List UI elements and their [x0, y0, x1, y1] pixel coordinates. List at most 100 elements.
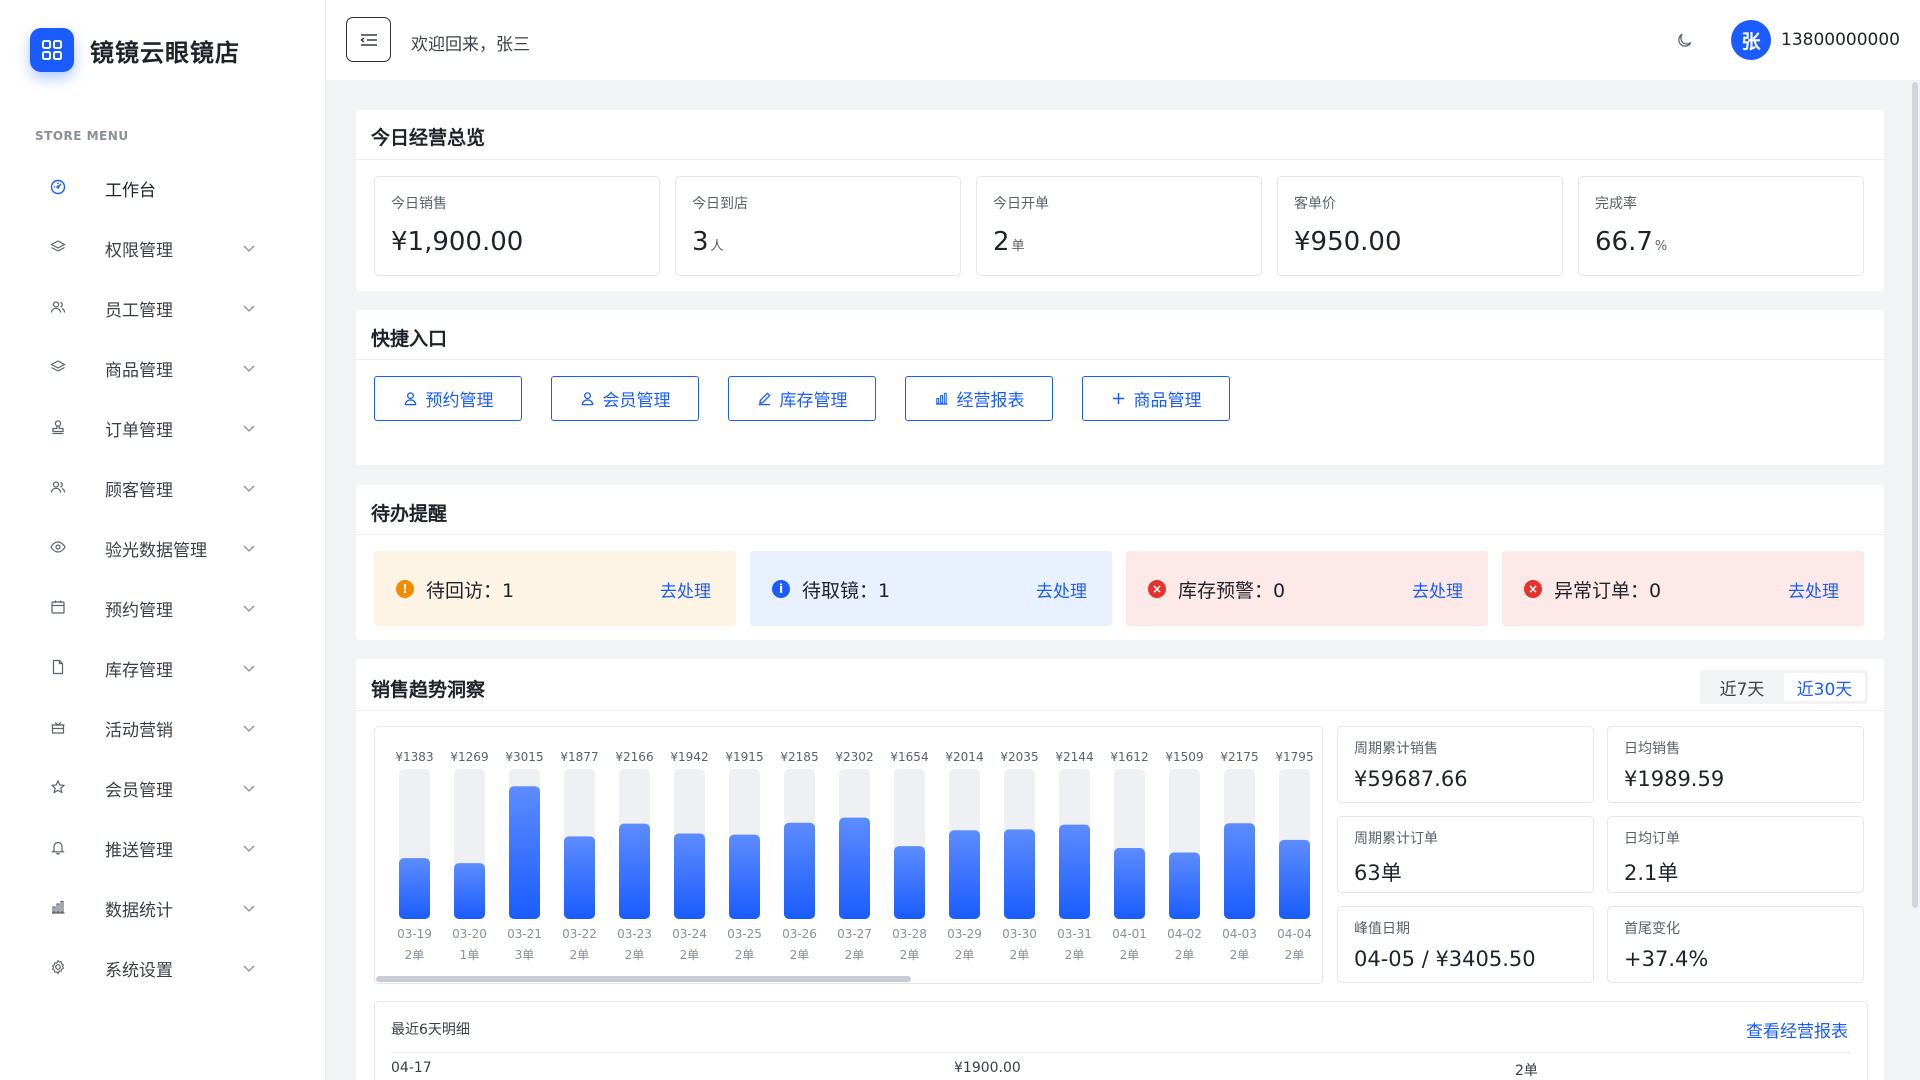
detail-orders: 2单: [1515, 1063, 1538, 1079]
bar-value-label: ¥2014: [945, 750, 983, 764]
todo-action-link[interactable]: 去处理: [1036, 577, 1087, 602]
quick-entry-button[interactable]: 会员管理: [551, 376, 699, 421]
chevron-down-icon[interactable]: [241, 660, 257, 676]
stat-value-wrap: 3人: [692, 227, 724, 257]
sidebar-item-label: 数据统计: [105, 901, 173, 921]
sidebar-item[interactable]: 员工管理: [0, 277, 325, 337]
sidebar-item[interactable]: 预约管理: [0, 577, 325, 637]
sidebar-item[interactable]: 数据统计: [0, 877, 325, 937]
todo-action-link[interactable]: 去处理: [660, 577, 711, 602]
avatar[interactable]: 张: [1731, 20, 1771, 60]
sidebar-menu: 工作台 权限管理 员工管理商品管理订单管理 顾客管理 验光数据管理预约管理库存管理活动营…: [0, 157, 325, 997]
order-count-label: 2单: [625, 948, 645, 962]
menu-caption: STORE MENU: [35, 129, 129, 143]
bar: [564, 836, 595, 919]
quick-entry-button[interactable]: 经营报表: [905, 376, 1053, 421]
quick-entry-button[interactable]: 预约管理: [374, 376, 522, 421]
bar: [399, 858, 430, 919]
sidebar-item[interactable]: 权限管理: [0, 217, 325, 277]
order-count-label: 2单: [955, 948, 975, 962]
todo-action-link[interactable]: 去处理: [1412, 577, 1463, 602]
order-count-label: 2单: [735, 948, 755, 962]
todo-action-link[interactable]: 去处理: [1788, 577, 1839, 602]
bar-value-label: ¥1383: [395, 750, 433, 764]
sidebar-item-label: 活动营销: [105, 721, 173, 741]
chevron-down-icon[interactable]: [241, 780, 257, 796]
chevron-down-icon[interactable]: [241, 720, 257, 736]
chart-horizontal-scrollbar[interactable]: [376, 976, 911, 982]
order-count-label: 2单: [1175, 948, 1195, 962]
users-icon: [50, 299, 66, 315]
moon-icon[interactable]: [1676, 31, 1694, 49]
gear-icon: [50, 959, 66, 975]
stat-card: 今日开单 2 单: [976, 176, 1262, 276]
metric-card: 周期累计订单 63单: [1337, 816, 1594, 893]
top-header: 欢迎回来，张三 张 13800000000: [326, 0, 1920, 80]
stat-card: 客单价 ¥950.00: [1277, 176, 1563, 276]
order-count-label: 2单: [680, 948, 700, 962]
menu-fold-icon: [359, 33, 377, 46]
bar-value-label: ¥1942: [670, 750, 708, 764]
range-toggle: 近7天 近30天: [1700, 670, 1868, 704]
quick-entry-label: 商品管理: [1133, 391, 1202, 411]
bar: [1114, 847, 1145, 919]
metric-value: 2.1单: [1624, 861, 1679, 885]
sidebar-item[interactable]: 工作台: [0, 157, 325, 217]
order-count-label: 2单: [1010, 948, 1030, 962]
range-30-days-button[interactable]: 近30天: [1784, 673, 1865, 701]
sidebar-item-label: 库存管理: [105, 661, 173, 681]
chevron-down-icon[interactable]: [241, 300, 257, 316]
sidebar-item[interactable]: 会员管理: [0, 757, 325, 817]
chevron-down-icon[interactable]: [241, 360, 257, 376]
chevron-down-icon[interactable]: [241, 420, 257, 436]
chevron-down-icon[interactable]: [241, 540, 257, 556]
sidebar-item[interactable]: 活动营销: [0, 697, 325, 757]
bar: [674, 833, 705, 919]
stat-value-wrap: ¥1,900.00: [391, 227, 525, 257]
sidebar-item[interactable]: 验光数据管理: [0, 517, 325, 577]
view-report-link[interactable]: 查看经营报表: [1746, 1017, 1848, 1042]
bar-value-label: ¥2175: [1220, 750, 1258, 764]
sidebar-item-label: 系统设置: [105, 961, 173, 981]
metric-label: 日均订单: [1624, 831, 1680, 847]
quick-entry-button[interactable]: 商品管理: [1082, 376, 1230, 421]
stat-value-wrap: 66.7%: [1595, 227, 1667, 257]
stat-label: 完成率: [1595, 196, 1637, 212]
bar-value-label: ¥2302: [835, 750, 873, 764]
sales-bar-chart: ¥1383 03-19 2单 ¥1269 03-20 1单 ¥3015 03-21 3单 ¥187…: [374, 726, 1323, 984]
sidebar-item[interactable]: 库存管理: [0, 637, 325, 697]
sidebar-item-label: 商品管理: [105, 361, 173, 381]
quick-entry-label: 库存管理: [779, 391, 848, 411]
recent-detail-box: 最近6天明细 查看经营报表 04-17 ¥1900.00 2单: [374, 1001, 1868, 1080]
sidebar-item[interactable]: 系统设置: [0, 937, 325, 997]
chevron-down-icon[interactable]: [241, 480, 257, 496]
user-phone[interactable]: 13800000000: [1781, 30, 1900, 50]
stat-value: ¥1,900.00: [391, 227, 524, 257]
range-7-days-button[interactable]: 近7天: [1703, 673, 1781, 701]
metric-card: 日均订单 2.1单: [1607, 816, 1864, 893]
chevron-down-icon[interactable]: [241, 960, 257, 976]
metric-card: 日均销售 ¥1989.59: [1607, 726, 1864, 803]
chevron-down-icon[interactable]: [241, 600, 257, 616]
page-scrollbar[interactable]: [1912, 82, 1918, 908]
chevron-down-icon[interactable]: [241, 900, 257, 916]
sidebar-item[interactable]: 顾客管理: [0, 457, 325, 517]
chevron-down-icon[interactable]: [241, 840, 257, 856]
sidebar-item[interactable]: 订单管理: [0, 397, 325, 457]
brand-name: 镜镜云眼镜店: [90, 38, 240, 67]
chevron-down-icon[interactable]: [241, 240, 257, 256]
quick-entry-button[interactable]: 库存管理: [728, 376, 876, 421]
warning-icon: !: [396, 580, 414, 598]
eye-icon: [50, 539, 66, 555]
table-row: 04-17 ¥1900.00 2单: [391, 1060, 1851, 1080]
error-icon: ×: [1524, 580, 1542, 598]
sidebar-item[interactable]: 推送管理: [0, 817, 325, 877]
brand[interactable]: 镜镜云眼镜店: [30, 28, 240, 72]
collapse-sidebar-button[interactable]: [346, 17, 391, 62]
divider: [356, 534, 1884, 535]
sidebar-item[interactable]: 商品管理: [0, 337, 325, 397]
sidebar-item-label: 预约管理: [105, 601, 173, 621]
metric-value: 04-05 / ¥3405.50: [1354, 947, 1536, 971]
bar-value-label: ¥1877: [560, 750, 598, 764]
bar-value-label: ¥1509: [1165, 750, 1203, 764]
